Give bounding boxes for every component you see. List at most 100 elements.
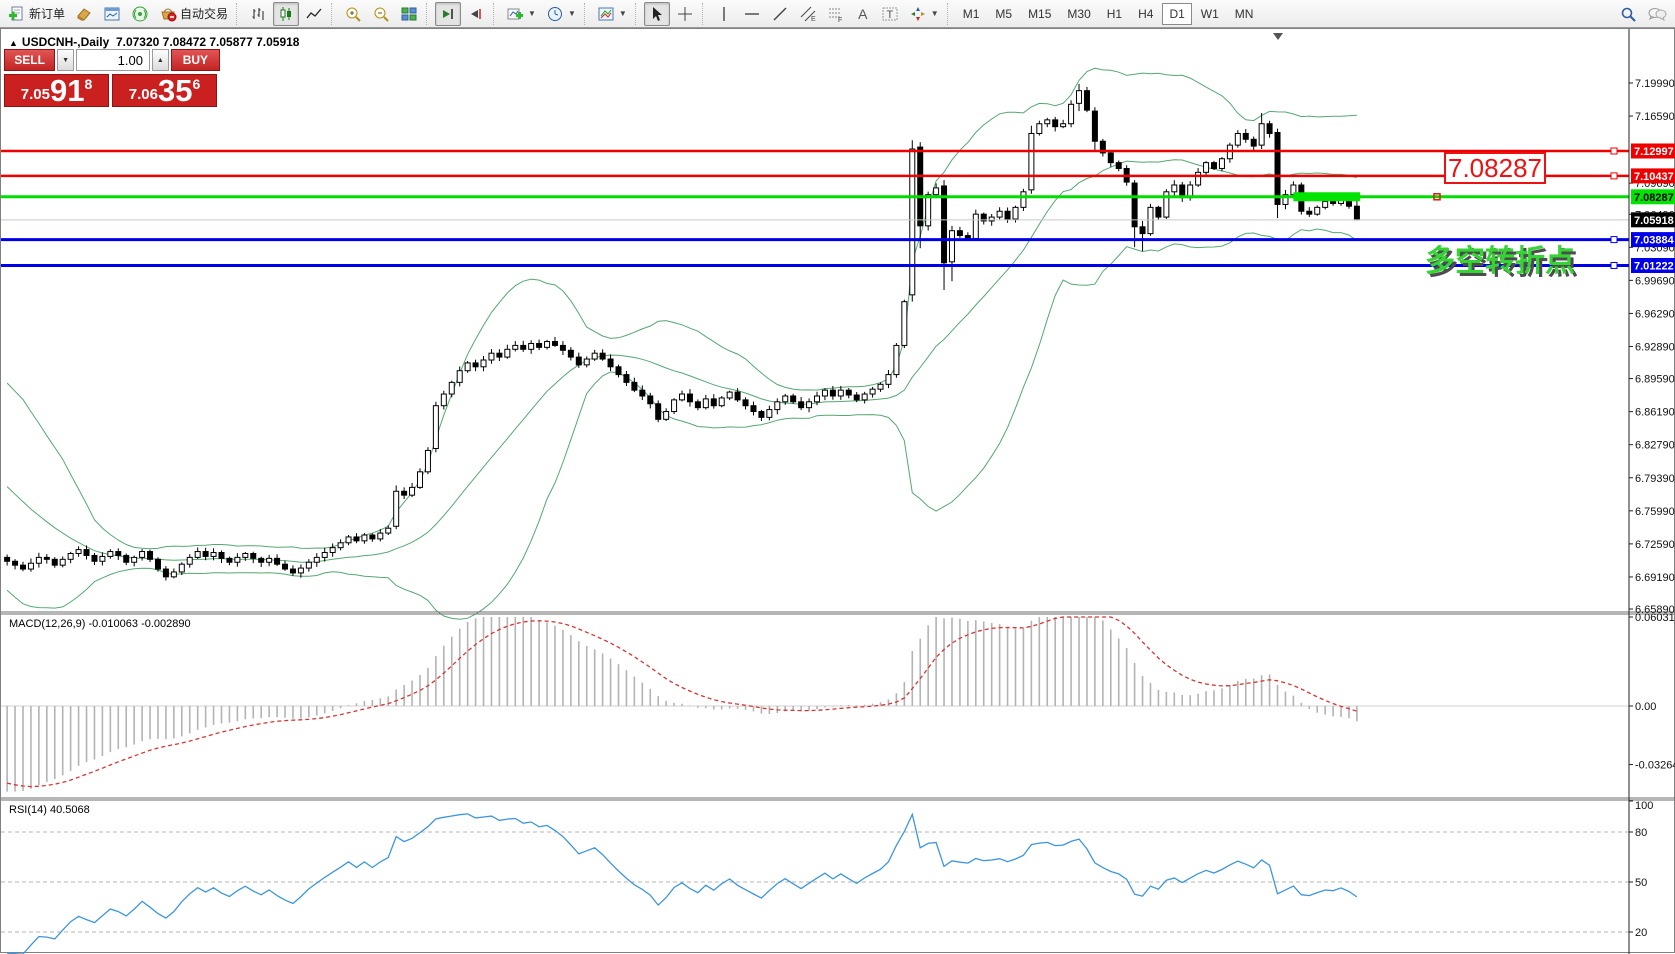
chat-button[interactable] bbox=[1643, 2, 1671, 26]
toolbar-separator bbox=[331, 3, 336, 25]
svg-text:E: E bbox=[811, 16, 816, 23]
buy-button[interactable]: BUY bbox=[171, 49, 220, 71]
crosshair-icon bbox=[676, 5, 694, 23]
templates-button[interactable]: ▼ bbox=[593, 2, 631, 26]
timeframe-h4[interactable]: H4 bbox=[1131, 3, 1160, 25]
hline-handle[interactable] bbox=[1611, 237, 1617, 243]
fibonacci-icon: F bbox=[827, 5, 845, 23]
tile-windows-icon bbox=[400, 5, 418, 23]
axis-tick-label: 6.96290 bbox=[1635, 308, 1675, 320]
chat-icon bbox=[1647, 5, 1667, 23]
turning-point-annotation: 多空转折点 bbox=[1425, 236, 1575, 280]
new-chart-button[interactable] bbox=[99, 2, 125, 26]
bar-chart-mode-button[interactable] bbox=[245, 2, 271, 26]
hline-handle[interactable] bbox=[1611, 262, 1617, 268]
text-tool-button[interactable]: A bbox=[851, 2, 875, 26]
autotrading-button[interactable]: 自动交易 bbox=[155, 2, 232, 26]
toolbar-separator bbox=[702, 3, 707, 25]
timeframe-m1[interactable]: M1 bbox=[956, 3, 987, 25]
timeframe-w1[interactable]: W1 bbox=[1194, 3, 1226, 25]
user-hlines[interactable] bbox=[1, 148, 1629, 268]
timeframe-mn[interactable]: MN bbox=[1228, 3, 1261, 25]
timeframe-m5[interactable]: M5 bbox=[988, 3, 1019, 25]
template-icon bbox=[597, 5, 615, 23]
horizontal-line-icon bbox=[743, 5, 761, 23]
chart-window: 7.199907.165907.096907.064907.030906.996… bbox=[0, 28, 1675, 953]
trendline-tool-button[interactable] bbox=[767, 2, 793, 26]
axis-tick-label: 6.82790 bbox=[1635, 440, 1675, 452]
axis-tick-label: 6.75990 bbox=[1635, 506, 1675, 518]
macd-label: MACD(12,26,9) -0.010063 -0.002890 bbox=[9, 618, 191, 630]
timeframe-m30[interactable]: M30 bbox=[1060, 3, 1097, 25]
text-tool-label: A bbox=[858, 6, 867, 22]
label-tool-button[interactable]: T bbox=[877, 2, 903, 26]
fibonacci-tool-button[interactable]: F bbox=[823, 2, 849, 26]
horizontal-line-tool-button[interactable] bbox=[739, 2, 765, 26]
rsi-pane bbox=[1, 814, 1629, 954]
zoom-out-button[interactable] bbox=[368, 2, 394, 26]
hline-handle[interactable] bbox=[1611, 173, 1617, 179]
vertical-line-tool-button[interactable] bbox=[711, 2, 737, 26]
toolbar-separator bbox=[493, 3, 498, 25]
axis-tick-label: 6.86190 bbox=[1635, 407, 1675, 419]
search-icon bbox=[1619, 5, 1637, 23]
indicators-button[interactable]: ▼ bbox=[502, 2, 540, 26]
macd-axis-label: 0.060317 bbox=[1635, 612, 1675, 624]
zoom-in-button[interactable] bbox=[340, 2, 366, 26]
autotrading-icon bbox=[159, 5, 177, 23]
volume-input[interactable] bbox=[76, 49, 150, 71]
cursor-tool-button[interactable] bbox=[644, 2, 670, 26]
volume-decrease-button[interactable]: ▼ bbox=[57, 49, 74, 71]
timeframe-h1[interactable]: H1 bbox=[1100, 3, 1129, 25]
volume-increase-button[interactable]: ▲ bbox=[152, 49, 169, 71]
plot-layers bbox=[1, 68, 1629, 954]
auto-scroll-button[interactable] bbox=[435, 2, 461, 26]
channel-tool-button[interactable]: E bbox=[795, 2, 821, 26]
toolbar-separator bbox=[584, 3, 589, 25]
buy-price-big: 35 bbox=[158, 76, 192, 105]
sell-button[interactable]: SELL bbox=[4, 49, 55, 71]
axis-tick-label: 6.79390 bbox=[1635, 473, 1675, 485]
market-watch-button[interactable] bbox=[71, 2, 97, 26]
new-order-icon bbox=[8, 5, 26, 23]
chart-shift-button[interactable] bbox=[463, 2, 489, 26]
toolbar-separator bbox=[635, 3, 640, 25]
svg-text:7.10437: 7.10437 bbox=[1634, 171, 1674, 183]
new-order-label: 新订单 bbox=[29, 5, 65, 22]
bar-chart-icon bbox=[249, 5, 267, 23]
svg-text:7.03884: 7.03884 bbox=[1634, 235, 1675, 247]
chart-shift-marker-icon[interactable] bbox=[1273, 33, 1283, 40]
search-button[interactable] bbox=[1615, 2, 1641, 26]
zoom-out-icon bbox=[372, 5, 390, 23]
eraser-icon bbox=[75, 5, 93, 23]
periods-button[interactable]: ▼ bbox=[542, 2, 580, 26]
tile-windows-button[interactable] bbox=[396, 2, 422, 26]
new-order-button[interactable]: 新订单 bbox=[4, 2, 69, 26]
timeframe-m15[interactable]: M15 bbox=[1021, 3, 1058, 25]
text-label-icon: T bbox=[881, 5, 899, 23]
auto-scroll-icon bbox=[439, 5, 457, 23]
svg-text:7.05918: 7.05918 bbox=[1634, 215, 1674, 227]
crosshair-tool-button[interactable] bbox=[672, 2, 698, 26]
dropdown-caret-icon: ▼ bbox=[931, 9, 939, 18]
indicators-plus-icon bbox=[506, 5, 524, 23]
hline-handle[interactable] bbox=[1611, 148, 1617, 154]
arrows-tool-button[interactable]: ▼ bbox=[905, 2, 943, 26]
candlestick-mode-button[interactable] bbox=[273, 2, 299, 26]
chart-canvas[interactable]: 7.199907.165907.096907.064907.030906.996… bbox=[1, 29, 1675, 954]
autotrading-label: 自动交易 bbox=[180, 5, 228, 22]
zoom-in-icon bbox=[344, 5, 362, 23]
line-chart-mode-button[interactable] bbox=[301, 2, 327, 26]
dropdown-caret-icon: ▼ bbox=[568, 9, 576, 18]
buy-price-small: 7.06 bbox=[129, 86, 158, 103]
signals-button[interactable] bbox=[127, 2, 153, 26]
sell-price-box[interactable]: 7.05 91 8 bbox=[4, 74, 109, 107]
svg-text:F: F bbox=[838, 17, 842, 23]
toolbar-separator bbox=[236, 3, 241, 25]
buy-price-box[interactable]: 7.06 35 6 bbox=[112, 74, 217, 107]
line-chart-icon bbox=[305, 5, 323, 23]
rsi-axis-label: 100 bbox=[1635, 800, 1653, 812]
collapse-triangle-icon: ▲ bbox=[9, 38, 18, 48]
price-level-callout[interactable]: 7.08287 bbox=[1444, 152, 1546, 184]
timeframe-d1[interactable]: D1 bbox=[1162, 3, 1191, 25]
